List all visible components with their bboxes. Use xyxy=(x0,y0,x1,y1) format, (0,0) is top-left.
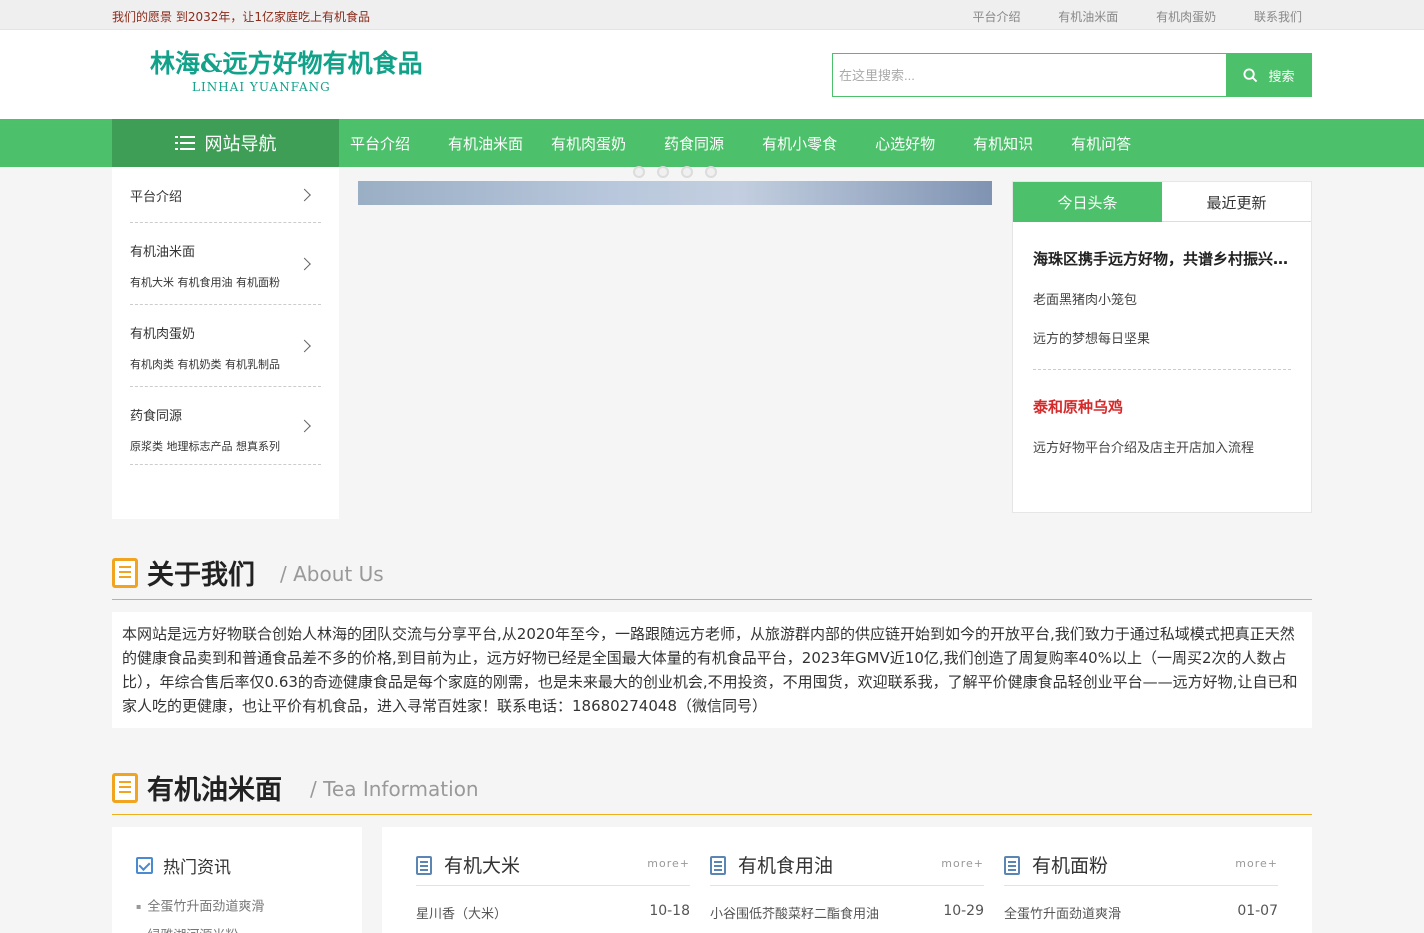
tab-recent-updates[interactable]: 最近更新 xyxy=(1162,182,1311,222)
section-subtitle: / About Us xyxy=(280,562,384,586)
nav-items: 平台介绍 有机油米面 有机肉蛋奶 药食同源 有机小零食 心选好物 有机知识 有机… xyxy=(350,119,1169,167)
more-link[interactable]: more+ xyxy=(647,857,690,870)
site-logo[interactable]: 林海&远方好物有机食品 xyxy=(150,44,423,80)
hot-news-panel: 热门资讯 全蛋竹升面劲道爽滑 绿雅湖河源米粉 xyxy=(112,827,362,933)
more-link[interactable]: more+ xyxy=(941,857,984,870)
organic-section-header: 有机油米面 / Tea Information xyxy=(112,763,1312,815)
hot-news-label: 热门资讯 xyxy=(163,858,231,878)
top-link-meat-egg-milk[interactable]: 有机肉蛋奶 xyxy=(1156,10,1216,24)
banner-image[interactable] xyxy=(358,181,992,205)
item-title: 星川香（大米） xyxy=(416,907,508,922)
tab-today-headlines[interactable]: 今日头条 xyxy=(1013,182,1162,222)
top-link-contact[interactable]: 联系我们 xyxy=(1254,10,1302,24)
nav-title-label: 网站导航 xyxy=(204,134,277,155)
sidebar-item-sub[interactable]: 原浆类 地理标志产品 想真系列 xyxy=(130,438,321,454)
category-rice: 有机大米 more+ 星川香（大米） 10-18 xyxy=(416,827,690,933)
news-item[interactable]: 远方的梦想每日坚果 xyxy=(1033,328,1291,347)
nav-item-platform[interactable]: 平台介绍 xyxy=(350,133,410,154)
item-date: 10-29 xyxy=(943,903,984,919)
site-header: 林海&远方好物有机食品 LINHAI YUANFANG 搜索 xyxy=(0,30,1424,119)
category-title[interactable]: 有机大米 xyxy=(444,851,520,878)
category-flour: 有机面粉 more+ 全蛋竹升面劲道爽滑 01-07 xyxy=(1004,827,1278,933)
sidebar-item-sub[interactable]: 有机肉类 有机奶类 有机乳制品 xyxy=(130,356,321,372)
top-link-platform[interactable]: 平台介绍 xyxy=(972,10,1020,24)
sidebar-item-grain-oil[interactable]: 有机油米面 有机大米 有机食用油 有机面粉 xyxy=(130,223,321,305)
list-item[interactable]: 全蛋竹升面劲道爽滑 01-07 xyxy=(1004,903,1278,922)
sidebar-item-medicine-food[interactable]: 药食同源 原浆类 地理标志产品 想真系列 xyxy=(130,387,321,465)
search-icon xyxy=(1243,67,1258,82)
category-title[interactable]: 有机食用油 xyxy=(738,851,833,878)
search-input[interactable] xyxy=(832,53,1227,97)
item-date: 10-18 xyxy=(649,903,690,919)
list-item[interactable]: 星川香（大米） 10-18 xyxy=(416,903,690,922)
category-columns: 有机大米 more+ 星川香（大米） 10-18 有机食用油 more+ 小谷围… xyxy=(382,827,1312,933)
nav-item-meat-egg-milk[interactable]: 有机肉蛋奶 xyxy=(551,133,626,154)
news-tabs: 今日头条 最近更新 xyxy=(1013,182,1311,222)
about-section-header: 关于我们 / About Us xyxy=(112,548,1312,600)
news-headline-red[interactable]: 泰和原种乌鸡 xyxy=(1033,396,1291,417)
news-panel: 今日头条 最近更新 海珠区携手远方好物，共谱乡村振兴新篇章 老面黑猪肉小笼包 远… xyxy=(1012,181,1312,513)
nav-item-grain-oil[interactable]: 有机油米面 xyxy=(448,133,523,154)
nav-title[interactable]: 网站导航 xyxy=(112,119,339,167)
sidebar-item-label: 有机油米面 xyxy=(130,245,196,260)
section-title: 有机油米面 xyxy=(147,775,282,806)
sidebar-item-sub[interactable]: 有机大米 有机食用油 有机面粉 xyxy=(130,274,321,290)
carousel-dot-2[interactable] xyxy=(657,166,669,178)
sidebar-item-label: 有机肉蛋奶 xyxy=(130,327,196,342)
carousel-dot-3[interactable] xyxy=(681,166,693,178)
nav-item-snacks[interactable]: 有机小零食 xyxy=(762,133,837,154)
category-sidebar: 平台介绍 有机油米面 有机大米 有机食用油 有机面粉 有机肉蛋奶 有机肉类 有机… xyxy=(112,167,339,519)
search-button-label: 搜索 xyxy=(1268,69,1295,85)
document-icon xyxy=(112,773,138,803)
list-item[interactable]: 小谷围低芥酸菜籽二酯食用油 10-29 xyxy=(710,903,984,922)
more-link[interactable]: more+ xyxy=(1235,857,1278,870)
search-button[interactable]: 搜索 xyxy=(1226,53,1312,97)
item-title: 小谷围低芥酸菜籽二酯食用油 xyxy=(710,907,880,922)
news-headline[interactable]: 海珠区携手远方好物，共谱乡村振兴新篇章 xyxy=(1033,248,1291,269)
top-link-grain-oil[interactable]: 有机油米面 xyxy=(1058,10,1118,24)
sidebar-item-meat-egg-milk[interactable]: 有机肉蛋奶 有机肉类 有机奶类 有机乳制品 xyxy=(130,305,321,387)
list-doc-icon xyxy=(1004,856,1020,875)
item-date: 01-07 xyxy=(1237,903,1278,919)
news-item[interactable]: 远方好物平台介绍及店主开店加入流程 xyxy=(1033,437,1291,456)
section-subtitle: / Tea Information xyxy=(310,777,479,801)
main-nav: 网站导航 平台介绍 有机油米面 有机肉蛋奶 药食同源 有机小零食 心选好物 有机… xyxy=(0,119,1424,167)
list-item[interactable]: 绿雅湖河源米粉 xyxy=(136,922,264,933)
nav-item-selected-goods[interactable]: 心选好物 xyxy=(875,133,935,154)
sidebar-item-platform[interactable]: 平台介绍 xyxy=(130,167,321,223)
item-title: 全蛋竹升面劲道爽滑 xyxy=(1004,907,1122,922)
list-doc-icon xyxy=(416,856,432,875)
menu-icon xyxy=(174,136,195,150)
document-icon xyxy=(112,558,138,588)
nav-item-medicine-food[interactable]: 药食同源 xyxy=(664,133,724,154)
category-title[interactable]: 有机面粉 xyxy=(1032,851,1108,878)
nav-item-knowledge[interactable]: 有机知识 xyxy=(973,133,1033,154)
news-divider xyxy=(1033,369,1291,370)
site-logo-english: LINHAI YUANFANG xyxy=(192,80,331,94)
list-item[interactable]: 全蛋竹升面劲道爽滑 xyxy=(136,893,264,922)
sidebar-item-label: 药食同源 xyxy=(130,409,183,424)
sidebar-item-label: 平台介绍 xyxy=(130,190,183,205)
category-oil: 有机食用油 more+ 小谷围低芥酸菜籽二酯食用油 10-29 xyxy=(710,827,984,933)
hot-news-title: 热门资讯 xyxy=(136,853,231,878)
checkbox-icon xyxy=(136,857,153,874)
carousel-dot-4[interactable] xyxy=(705,166,717,178)
top-links: 平台介绍 有机油米面 有机肉蛋奶 联系我们 xyxy=(938,8,1302,25)
news-item[interactable]: 老面黑猪肉小笼包 xyxy=(1033,289,1291,308)
list-doc-icon xyxy=(710,856,726,875)
carousel-dots xyxy=(633,166,717,178)
section-title: 关于我们 xyxy=(147,560,255,591)
hot-news-list: 全蛋竹升面劲道爽滑 绿雅湖河源米粉 xyxy=(136,893,264,933)
carousel-dot-1[interactable] xyxy=(633,166,645,178)
top-bar: 我们的愿景 到2032年，让1亿家庭吃上有机食品 平台介绍 有机油米面 有机肉蛋… xyxy=(0,0,1424,30)
about-text: 本网站是远方好物联合创始人林海的团队交流与分享平台,从2020年至今，一路跟随远… xyxy=(112,612,1312,728)
search-box: 搜索 xyxy=(832,53,1312,97)
nav-item-qa[interactable]: 有机问答 xyxy=(1071,133,1131,154)
vision-slogan: 我们的愿景 到2032年，让1亿家庭吃上有机食品 xyxy=(112,10,370,24)
